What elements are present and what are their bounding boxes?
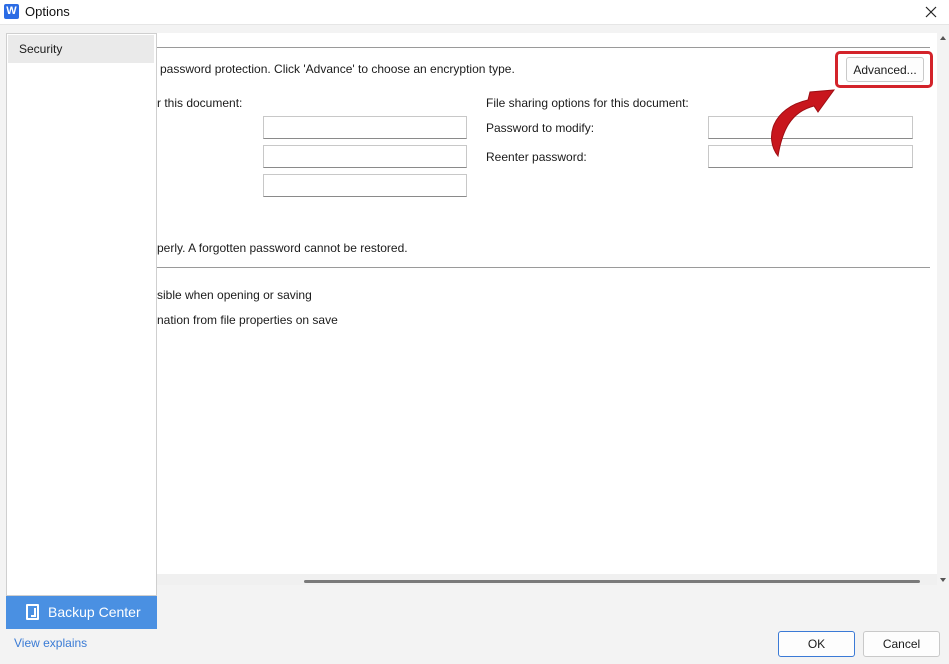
ok-button[interactable]: OK <box>778 631 855 657</box>
open-section-label: r this document: <box>157 96 243 110</box>
sidebar: Security <box>6 33 157 596</box>
view-explains-link[interactable]: View explains <box>14 636 87 650</box>
option-remove-info-text[interactable]: sible when opening or saving <box>157 288 312 302</box>
password-to-modify-label: Password to modify: <box>486 121 595 135</box>
scroll-up-icon[interactable] <box>939 34 947 42</box>
arrow-icon <box>771 89 836 158</box>
app-logo-icon: W <box>4 4 19 19</box>
reenter-open-password-field[interactable] <box>263 145 467 168</box>
backup-center-button[interactable]: Backup Center <box>6 596 157 629</box>
close-button[interactable] <box>913 0 949 25</box>
backup-center-label: Backup Center <box>48 604 141 620</box>
backup-icon <box>26 604 39 620</box>
sidebar-item-security[interactable]: Security <box>8 35 154 63</box>
reenter-password-label: Reenter password: <box>486 150 587 164</box>
password-to-open-field[interactable] <box>263 116 467 139</box>
middle-divider <box>157 267 930 268</box>
horizontal-scroll-thumb[interactable] <box>304 580 920 583</box>
scroll-down-icon[interactable] <box>939 576 947 584</box>
option-remove-properties-text[interactable]: nation from file properties on save <box>157 313 338 327</box>
title-bar: W Options <box>0 0 949 25</box>
warning-text: perly. A forgotten password cannot be re… <box>157 241 408 255</box>
password-hint-field[interactable] <box>263 174 467 197</box>
cancel-button[interactable]: Cancel <box>863 631 940 657</box>
encryption-text: password protection. Click 'Advance' to … <box>160 62 515 76</box>
window-title: Options <box>25 4 70 19</box>
close-icon <box>925 6 937 18</box>
share-section-label: File sharing options for this document: <box>486 96 689 110</box>
top-divider <box>157 47 930 48</box>
